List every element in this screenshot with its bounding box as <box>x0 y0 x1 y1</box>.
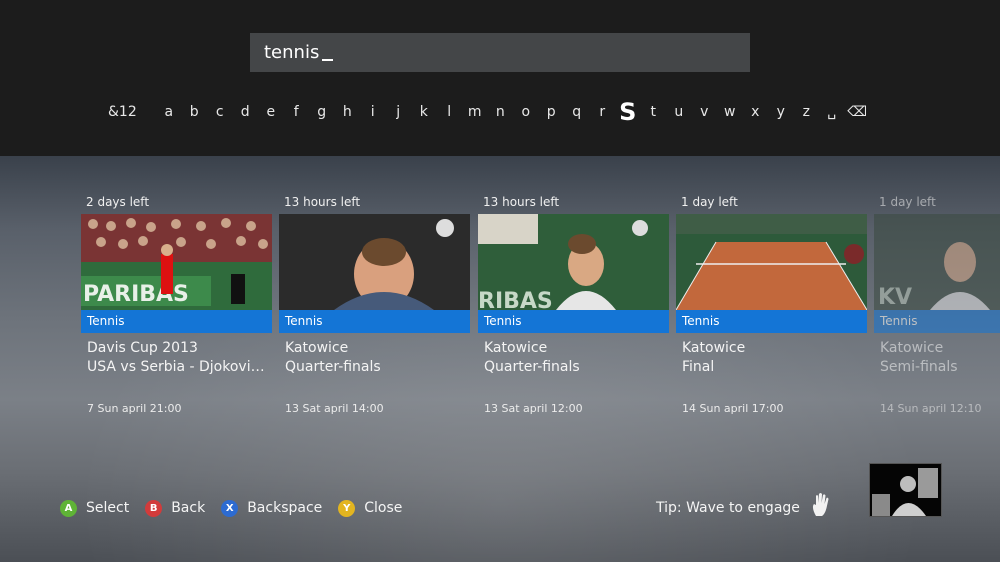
key-t[interactable]: t <box>641 97 667 127</box>
key-c[interactable]: c <box>207 97 233 127</box>
video-thumbnail[interactable] <box>676 214 867 310</box>
key-v[interactable]: v <box>692 97 718 127</box>
category-label: Tennis <box>478 310 669 333</box>
result-subtitle: Quarter-finals <box>484 359 580 375</box>
onscreen-keyboard: &12 a b c d e f g h i j k l m n o p q r St u v w x y z ␣ ⌫ <box>108 97 870 127</box>
result-subtitle: Final <box>682 359 715 375</box>
key-e[interactable]: e <box>258 97 284 127</box>
result-subtitle: Quarter-finals <box>285 359 381 375</box>
result-card[interactable]: 13 hours left Tennis Katowice Quarter-fi… <box>279 190 470 415</box>
time-left: 1 day left <box>879 195 936 209</box>
key-a[interactable]: a <box>156 97 182 127</box>
ad-board-text: RIBAS <box>478 289 553 310</box>
result-card[interactable]: 13 hours left RIBAS Tennis Katowice Quar… <box>478 190 669 415</box>
category-label: Tennis <box>874 310 1000 333</box>
select-hint[interactable]: A Select <box>60 499 130 517</box>
time-left: 13 hours left <box>284 195 361 209</box>
key-z[interactable]: z <box>794 97 820 127</box>
key-i[interactable]: i <box>360 97 386 127</box>
key-w[interactable]: w <box>717 97 743 127</box>
text-cursor <box>322 58 334 61</box>
key-s[interactable]: S <box>615 97 641 127</box>
key-f[interactable]: f <box>284 97 310 127</box>
ad-board-text: KV <box>878 285 912 310</box>
result-title: Katowice <box>682 340 746 356</box>
key-p[interactable]: p <box>539 97 565 127</box>
category-label: Tennis <box>279 310 470 333</box>
result-title: Davis Cup 2013 <box>87 340 198 356</box>
video-thumbnail[interactable]: PARIBAS <box>81 214 272 310</box>
key-j[interactable]: j <box>386 97 412 127</box>
key-symbols[interactable]: &12 <box>108 97 156 127</box>
button-b-icon: B <box>145 499 163 517</box>
key-u[interactable]: u <box>666 97 692 127</box>
button-x-icon: X <box>221 499 239 517</box>
results-strip: 2 days left PARIBAS Tennis Davis Cup 201… <box>0 190 1000 430</box>
result-title: Katowice <box>285 340 349 356</box>
hint-label: Select <box>86 500 130 516</box>
hint-label: Close <box>364 500 403 516</box>
search-header <box>0 0 1000 156</box>
hint-label: Back <box>171 500 206 516</box>
video-thumbnail[interactable]: RIBAS <box>478 214 669 310</box>
key-x[interactable]: x <box>743 97 769 127</box>
tip-text: Tip: Wave to engage <box>656 500 800 516</box>
air-date: 13 Sat april 12:00 <box>484 402 583 415</box>
key-k[interactable]: k <box>411 97 437 127</box>
key-b[interactable]: b <box>182 97 208 127</box>
air-date: 14 Sun april 12:10 <box>880 402 982 415</box>
category-label: Tennis <box>81 310 272 333</box>
result-card[interactable]: 2 days left PARIBAS Tennis Davis Cup 201… <box>81 190 272 415</box>
result-title: Katowice <box>484 340 548 356</box>
button-a-icon: A <box>60 499 77 517</box>
time-left: 13 hours left <box>483 195 560 209</box>
key-l[interactable]: l <box>437 97 463 127</box>
hint-label: Backspace <box>247 500 323 516</box>
search-query: tennis <box>264 42 320 63</box>
search-input[interactable]: tennis <box>250 33 750 72</box>
key-m[interactable]: m <box>462 97 488 127</box>
kinect-camera-view <box>869 463 942 517</box>
key-r[interactable]: r <box>590 97 616 127</box>
time-left: 2 days left <box>86 195 150 209</box>
button-y-icon: Y <box>338 499 356 517</box>
ad-board-text: PARIBAS <box>83 282 189 307</box>
back-hint[interactable]: B Back <box>145 499 206 517</box>
result-card[interactable]: 1 day left Tennis Katowice Final 14 Sun … <box>676 190 867 415</box>
air-date: 7 Sun april 21:00 <box>87 402 182 415</box>
result-card[interactable]: 1 day left KV Tennis Katowice Semi-final… <box>874 190 1000 415</box>
key-n[interactable]: n <box>488 97 514 127</box>
key-y[interactable]: y <box>768 97 794 127</box>
key-q[interactable]: q <box>564 97 590 127</box>
key-backspace[interactable]: ⌫ <box>845 97 871 127</box>
result-title: Katowice <box>880 340 944 356</box>
key-d[interactable]: d <box>233 97 259 127</box>
key-h[interactable]: h <box>335 97 361 127</box>
air-date: 13 Sat april 14:00 <box>285 402 384 415</box>
video-thumbnail[interactable]: KV <box>874 214 1000 310</box>
time-left: 1 day left <box>681 195 738 209</box>
key-o[interactable]: o <box>513 97 539 127</box>
category-label: Tennis <box>676 310 867 333</box>
key-space[interactable]: ␣ <box>819 97 845 127</box>
air-date: 14 Sun april 17:00 <box>682 402 784 415</box>
result-subtitle: USA vs Serbia - Djokovic v... <box>87 359 269 375</box>
hand-wave-icon <box>810 492 834 522</box>
key-g[interactable]: g <box>309 97 335 127</box>
video-thumbnail[interactable] <box>279 214 470 310</box>
controller-hints: A Select B Back X Backspace Y Close <box>60 498 418 518</box>
result-subtitle: Semi-finals <box>880 359 958 375</box>
backspace-hint[interactable]: X Backspace <box>221 499 323 517</box>
close-hint[interactable]: Y Close <box>338 499 403 517</box>
